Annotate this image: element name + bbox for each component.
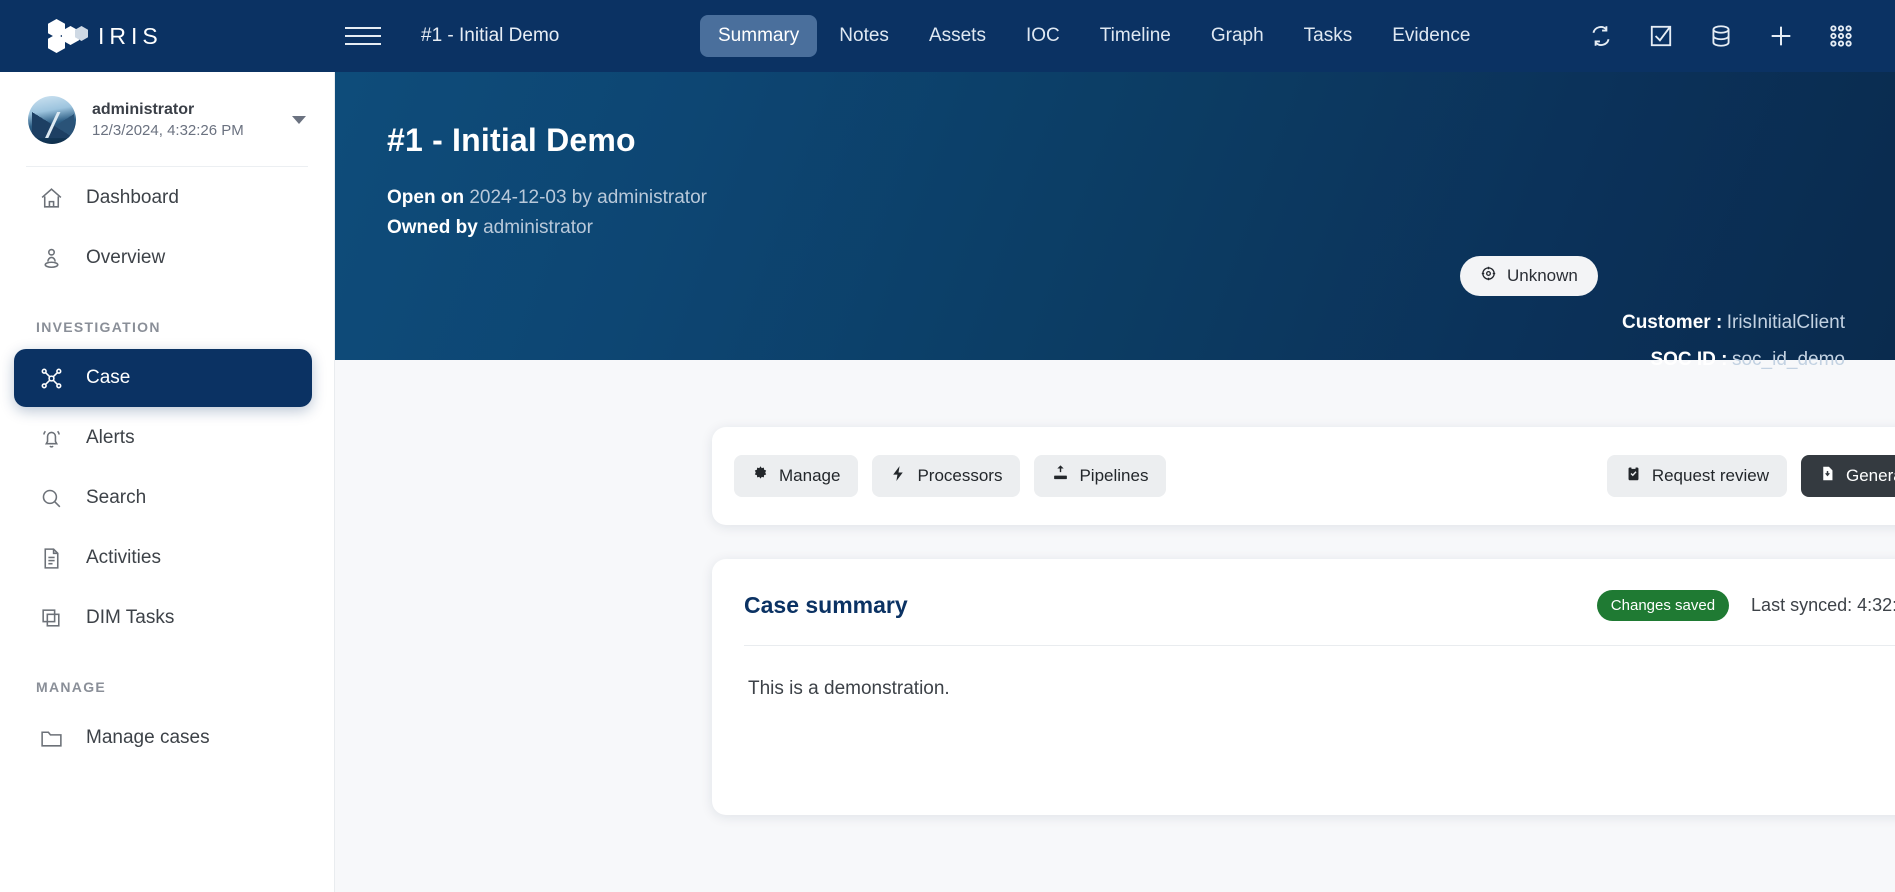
- pipelines-button[interactable]: Pipelines: [1034, 455, 1167, 497]
- customer-label: Customer :: [1621, 312, 1723, 333]
- status-badge-label: Unknown: [1507, 266, 1578, 285]
- clipboard-icon: [1625, 465, 1642, 487]
- open-on-value: 2024-12-03 by administrator: [469, 187, 707, 208]
- toolbar-right-group: Request review Generate report Activity …: [1606, 455, 1895, 497]
- bolt-icon: [890, 465, 907, 487]
- case-tabs: Summary Notes Assets IOC Timeline Graph …: [700, 0, 1488, 72]
- tab-notes[interactable]: Notes: [821, 15, 907, 57]
- app-root: IRIS #1 - Initial Demo Summary Notes Ass…: [0, 0, 1895, 892]
- refresh-icon[interactable]: [1587, 22, 1615, 50]
- sidebar-item-case[interactable]: Case: [14, 349, 312, 407]
- sidebar-item-label: Overview: [86, 247, 166, 268]
- sidebar: administrator 12/3/2024, 4:32:26 PM Dash…: [0, 72, 335, 892]
- processors-button[interactable]: Processors: [872, 455, 1021, 497]
- user-meta: administrator 12/3/2024, 4:32:26 PM: [92, 99, 276, 141]
- sidebar-item-search[interactable]: Search: [14, 469, 312, 527]
- button-label: Processors: [917, 466, 1003, 485]
- sidebar-section-manage: MANAGE: [36, 679, 107, 695]
- button-label: Pipelines: [1079, 466, 1149, 485]
- customer-value: IrisInitialClient: [1726, 312, 1845, 333]
- navbar-actions: [1587, 0, 1855, 72]
- last-synced-text: Last synced: 4:32:26 PM: [1751, 594, 1895, 615]
- main-content: #1 - Initial Demo Open on 2024-12-03 by …: [335, 72, 1895, 892]
- case-open-line: Open on 2024-12-03 by administrator: [387, 183, 1835, 213]
- sidebar-item-label: Search: [86, 487, 147, 508]
- tab-graph[interactable]: Graph: [1193, 15, 1282, 57]
- user-profile[interactable]: administrator 12/3/2024, 4:32:26 PM: [0, 72, 334, 166]
- user-name: administrator: [92, 101, 195, 119]
- bell-icon: [38, 425, 64, 451]
- tab-assets[interactable]: Assets: [911, 15, 1004, 57]
- case-summary-title: Case summary: [744, 591, 908, 618]
- tab-tasks[interactable]: Tasks: [1286, 15, 1371, 57]
- tab-ioc[interactable]: IOC: [1008, 15, 1078, 57]
- status-badge[interactable]: Unknown: [1460, 256, 1598, 296]
- checkbox-check-icon[interactable]: [1647, 22, 1675, 50]
- case-owner-line: Owned by administrator: [387, 213, 1835, 243]
- hamburger-icon[interactable]: [345, 27, 391, 45]
- person-pin-icon: [38, 245, 64, 271]
- sidebar-item-dashboard[interactable]: Dashboard: [14, 169, 312, 227]
- sidebar-item-label: DIM Tasks: [86, 607, 175, 628]
- case-customer-info: Customer : IrisInitialClient SOC ID : so…: [1622, 304, 1845, 378]
- gear-icon: [752, 465, 769, 487]
- navbar-case-title: #1 - Initial Demo: [421, 25, 560, 46]
- case-toolbar: Manage Processors Pipelines Request revi…: [712, 427, 1895, 525]
- chevron-down-icon[interactable]: [292, 116, 306, 124]
- case-meta: Open on 2024-12-03 by administrator Owne…: [387, 183, 1835, 244]
- sidebar-item-label: Dashboard: [86, 187, 179, 208]
- open-on-label: Open on: [387, 187, 465, 208]
- button-label: Request review: [1651, 466, 1769, 485]
- iris-hexagon-logo-icon: [48, 19, 88, 53]
- folder-icon: [38, 725, 64, 751]
- upload-icon: [1052, 465, 1069, 487]
- sidebar-item-overview[interactable]: Overview: [14, 229, 312, 287]
- sidebar-item-label: Manage cases: [86, 727, 210, 748]
- request-review-button[interactable]: Request review: [1606, 455, 1787, 497]
- case-summary-body: This is a demonstration.: [748, 678, 950, 699]
- brand-name: IRIS: [98, 22, 163, 49]
- sidebar-item-alerts[interactable]: Alerts: [14, 409, 312, 467]
- tab-summary[interactable]: Summary: [700, 15, 818, 57]
- user-datetime: 12/3/2024, 4:32:26 PM: [92, 121, 244, 139]
- sidebar-divider: [26, 166, 308, 167]
- copies-icon: [38, 605, 64, 631]
- home-icon: [38, 185, 64, 211]
- grid-apps-icon[interactable]: [1827, 22, 1855, 50]
- sidebar-item-label: Case: [86, 367, 131, 388]
- customer-line: Customer : IrisInitialClient: [1622, 304, 1845, 341]
- avatar: [28, 96, 76, 144]
- tab-timeline[interactable]: Timeline: [1082, 15, 1189, 57]
- search-icon: [38, 485, 64, 511]
- file-download-icon: [1819, 465, 1836, 487]
- crosshair-icon: [1480, 265, 1497, 287]
- sidebar-item-activities[interactable]: Activities: [14, 529, 312, 587]
- sidebar-item-label: Activities: [86, 547, 161, 568]
- database-icon[interactable]: [1707, 22, 1735, 50]
- owned-by-label: Owned by: [387, 217, 478, 239]
- page-title: #1 - Initial Demo: [387, 122, 636, 158]
- tab-evidence[interactable]: Evidence: [1374, 15, 1488, 57]
- button-label: Generate report: [1846, 466, 1895, 485]
- plus-icon[interactable]: [1767, 22, 1795, 50]
- soc-id-label: SOC ID :: [1650, 349, 1728, 371]
- generate-report-button[interactable]: Generate report: [1801, 455, 1895, 497]
- owned-by-value: administrator: [483, 217, 593, 239]
- case-summary-panel: Case summary Changes saved Last synced: …: [712, 559, 1895, 815]
- sidebar-item-dim-tasks[interactable]: DIM Tasks: [14, 589, 312, 647]
- sidebar-section-investigation: INVESTIGATION: [36, 319, 161, 335]
- changes-saved-badge: Changes saved: [1596, 589, 1730, 621]
- top-navbar: IRIS #1 - Initial Demo Summary Notes Ass…: [0, 0, 1895, 72]
- sidebar-item-manage-cases[interactable]: Manage cases: [14, 709, 312, 767]
- document-list-icon: [38, 545, 64, 571]
- button-label: Manage: [779, 466, 841, 485]
- manage-button[interactable]: Manage: [734, 455, 859, 497]
- sidebar-item-label: Alerts: [86, 427, 135, 448]
- soc-id-value: soc_id_demo: [1731, 349, 1845, 371]
- network-node-icon: [38, 365, 64, 391]
- brand-logo[interactable]: IRIS: [0, 19, 335, 53]
- soc-id-line: SOC ID : soc_id_demo: [1622, 341, 1845, 378]
- toolbar-left-group: Manage Processors Pipelines: [734, 455, 1167, 497]
- case-summary-header: Case summary Changes saved Last synced: …: [712, 559, 1895, 625]
